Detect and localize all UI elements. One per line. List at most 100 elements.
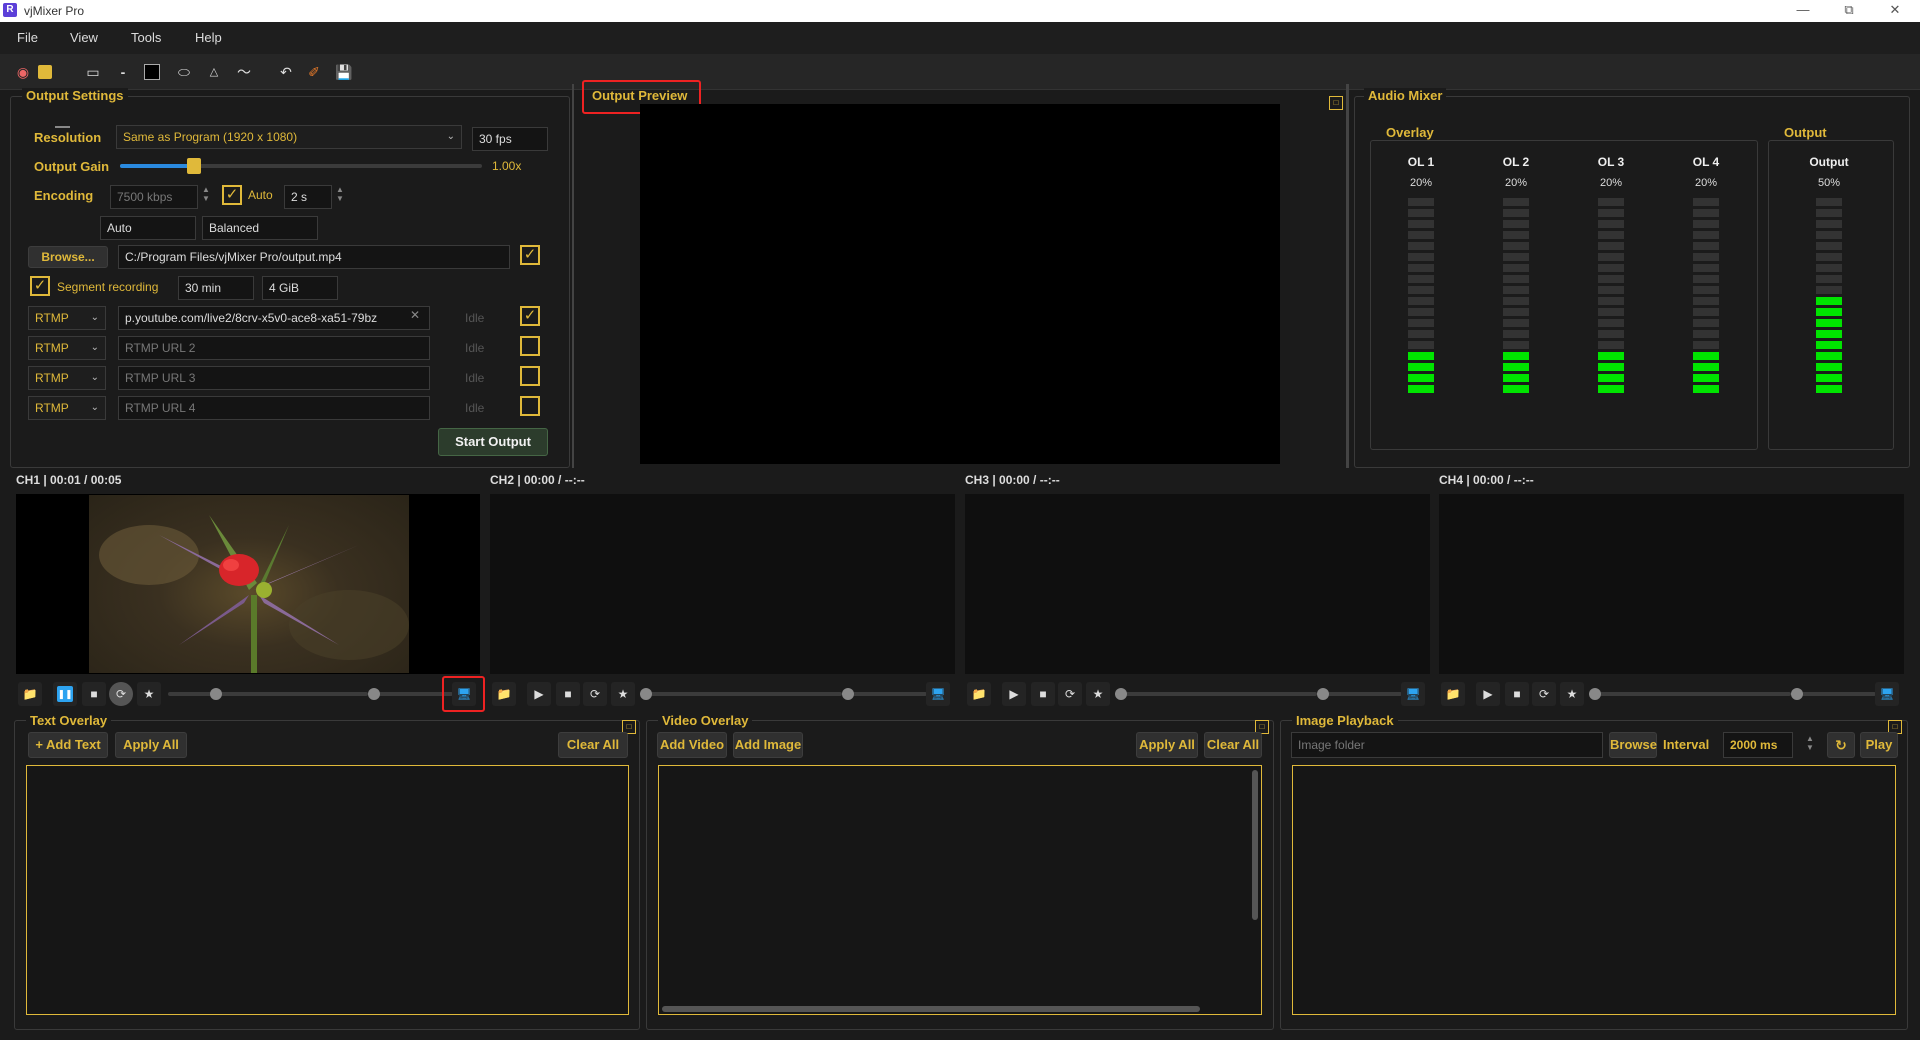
send-to-output-icon[interactable]: 🖥: [926, 682, 950, 706]
image-browse-button[interactable]: Browse: [1609, 732, 1657, 758]
rtmp-url-field[interactable]: RTMP URL 2: [118, 336, 430, 360]
encoder-select[interactable]: Auto: [100, 216, 196, 240]
image-list[interactable]: [1292, 765, 1896, 1015]
browse-output-button[interactable]: Browse...: [28, 246, 108, 268]
preset-select[interactable]: Balanced: [202, 216, 318, 240]
add-image-button[interactable]: Add Image: [733, 732, 803, 758]
channel-preview[interactable]: [490, 494, 955, 674]
resolution-select[interactable]: Same as Program (1920 x 1080) ⌄: [116, 125, 462, 149]
video-overlay-list[interactable]: [658, 765, 1262, 1015]
eraser-icon[interactable]: ▭: [82, 62, 104, 82]
open-file-icon[interactable]: 📁: [967, 682, 991, 706]
volume-handle[interactable]: [1791, 688, 1803, 700]
rtmp-enable-checkbox[interactable]: [520, 396, 540, 416]
stop-icon[interactable]: ■: [1505, 682, 1529, 706]
image-folder-field[interactable]: Image folder: [1291, 732, 1603, 758]
level-meter[interactable]: [1693, 198, 1719, 396]
video-apply-all-button[interactable]: Apply All: [1136, 732, 1198, 758]
open-file-icon[interactable]: 📁: [18, 682, 42, 706]
refresh-icon[interactable]: ↻: [1827, 732, 1855, 758]
seek-handle[interactable]: [640, 688, 652, 700]
segment-recording-checkbox[interactable]: ✓: [30, 276, 50, 296]
text-apply-all-button[interactable]: Apply All: [115, 732, 187, 758]
send-to-output-icon[interactable]: 🖥: [1401, 682, 1425, 706]
menu-file[interactable]: File: [17, 30, 38, 45]
text-overlay-list[interactable]: [26, 765, 629, 1015]
pause-icon[interactable]: ❚❚: [57, 686, 73, 702]
channel-preview[interactable]: [965, 494, 1430, 674]
stop-icon[interactable]: ■: [1031, 682, 1055, 706]
line-width-icon[interactable]: -: [116, 62, 130, 82]
effects-star-icon[interactable]: ★: [1560, 682, 1584, 706]
menu-view[interactable]: View: [70, 30, 98, 45]
segment-time-field[interactable]: 30 min: [178, 276, 254, 300]
color-swatch-icon[interactable]: [38, 65, 52, 79]
vertical-scrollbar[interactable]: [1252, 770, 1258, 920]
effects-star-icon[interactable]: ★: [1086, 682, 1110, 706]
play-icon[interactable]: ▶: [527, 682, 551, 706]
rtmp-url-field[interactable]: RTMP URL 4: [118, 396, 430, 420]
seek-slider[interactable]: [642, 692, 842, 696]
palette-icon[interactable]: ◉: [14, 62, 32, 82]
loop-icon[interactable]: ⟳: [1058, 682, 1082, 706]
fps-field[interactable]: 30 fps: [472, 127, 548, 151]
seek-slider[interactable]: [1591, 692, 1791, 696]
seek-slider[interactable]: [1117, 692, 1317, 696]
splitter[interactable]: [572, 84, 574, 468]
volume-handle[interactable]: [1317, 688, 1329, 700]
level-meter[interactable]: [1598, 198, 1624, 396]
interval-spinner-icon[interactable]: ▲ ▼: [1804, 734, 1816, 752]
play-icon[interactable]: ▶: [1476, 682, 1500, 706]
menu-help[interactable]: Help: [195, 30, 222, 45]
undo-icon[interactable]: ↶: [277, 62, 295, 82]
bitrate-spinner-icon[interactable]: ▲ ▼: [200, 185, 212, 203]
output-path-field[interactable]: C:/Program Files/vjMixer Pro/output.mp4: [118, 245, 510, 269]
effects-star-icon[interactable]: ★: [611, 682, 635, 706]
triangle-tool-icon[interactable]: △: [206, 62, 222, 82]
volume-slider[interactable]: [1327, 692, 1402, 696]
interval-field[interactable]: 2000 ms: [1723, 732, 1793, 758]
volume-handle[interactable]: [368, 688, 380, 700]
volume-handle[interactable]: [842, 688, 854, 700]
level-meter[interactable]: [1408, 198, 1434, 396]
output-gain-handle[interactable]: [187, 158, 201, 174]
add-text-button[interactable]: + Add Text: [28, 732, 108, 758]
seek-handle[interactable]: [210, 688, 222, 700]
output-gain-slider[interactable]: [120, 164, 482, 168]
stop-icon[interactable]: ■: [556, 682, 580, 706]
volume-slider[interactable]: [1801, 692, 1876, 696]
play-icon[interactable]: ▶: [1002, 682, 1026, 706]
loop-icon[interactable]: ⟳: [1532, 682, 1556, 706]
rtmp-url-field[interactable]: RTMP URL 3: [118, 366, 430, 390]
auto-bitrate-checkbox[interactable]: ✓: [222, 185, 242, 205]
text-clear-all-button[interactable]: Clear All: [558, 732, 628, 758]
rtmp-url-field[interactable]: p.youtube.com/live2/8crv-x5v0-ace8-xa51-…: [118, 306, 430, 330]
seek-slider[interactable]: [168, 692, 368, 696]
open-file-icon[interactable]: 📁: [1441, 682, 1465, 706]
restore-icon[interactable]: ⧉: [1826, 0, 1872, 22]
ellipse-tool-icon[interactable]: ⬭: [174, 62, 194, 82]
segment-size-field[interactable]: 4 GiB: [262, 276, 338, 300]
splitter[interactable]: [1346, 84, 1349, 468]
rtmp-enable-checkbox[interactable]: ✓: [520, 306, 540, 326]
rtmp-protocol-select[interactable]: RTMP ⌄: [28, 306, 106, 330]
loop-icon[interactable]: ⟳: [583, 682, 607, 706]
send-to-output-icon[interactable]: 🖥: [1875, 682, 1899, 706]
minimize-icon[interactable]: —: [1780, 0, 1826, 22]
freehand-tool-icon[interactable]: 〜: [234, 62, 254, 82]
play-button[interactable]: Play: [1860, 732, 1898, 758]
open-file-icon[interactable]: 📁: [492, 682, 516, 706]
keyframe-field[interactable]: 2 s: [284, 185, 332, 209]
rtmp-protocol-select[interactable]: RTMP ⌄: [28, 366, 106, 390]
level-meter[interactable]: [1503, 198, 1529, 396]
seek-handle[interactable]: [1589, 688, 1601, 700]
horizontal-scrollbar[interactable]: [662, 1006, 1200, 1012]
loop-icon[interactable]: ⟳: [109, 682, 133, 706]
undock-icon[interactable]: □: [1329, 96, 1343, 110]
keyframe-spinner-icon[interactable]: ▲ ▼: [334, 185, 346, 203]
channel-preview[interactable]: [1439, 494, 1904, 674]
rtmp-protocol-select[interactable]: RTMP ⌄: [28, 336, 106, 360]
seek-handle[interactable]: [1115, 688, 1127, 700]
menu-tools[interactable]: Tools: [131, 30, 161, 45]
save-icon[interactable]: 💾: [335, 62, 353, 82]
